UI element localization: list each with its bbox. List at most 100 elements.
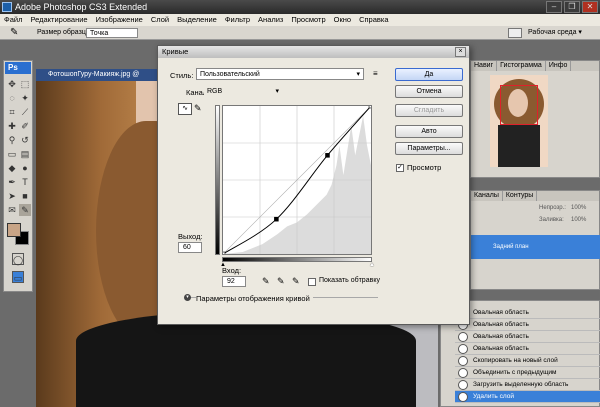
brush-tool-icon[interactable]: ✐ xyxy=(19,120,31,132)
gradient-tool-icon[interactable]: ▤ xyxy=(19,148,31,160)
app-title: Adobe Photoshop CS3 Extended xyxy=(15,2,148,12)
type-tool-icon[interactable]: T xyxy=(19,176,31,188)
dialog-close-button[interactable]: × xyxy=(455,47,466,57)
title-bar: Adobe Photoshop CS3 Extended – ❐ ✕ xyxy=(0,0,600,14)
menu-help[interactable]: Справка xyxy=(355,14,392,26)
curve-control-point[interactable] xyxy=(222,251,226,255)
close-window-button[interactable]: ✕ xyxy=(582,1,598,13)
history-item-label: Удалить слой xyxy=(473,393,514,400)
navigator-thumbnail[interactable] xyxy=(490,75,548,167)
tab-navigator[interactable]: Навиг xyxy=(471,61,498,71)
gray-eyedropper-icon[interactable]: ✎ xyxy=(277,276,285,287)
white-eyedropper-icon[interactable]: ✎ xyxy=(292,276,300,287)
ellipse-icon xyxy=(458,332,468,342)
history-item[interactable]: Скопировать на новый слой xyxy=(455,355,600,367)
pen-tool-icon[interactable]: ✒ xyxy=(6,176,18,188)
preset-menu-icon[interactable]: ≡ xyxy=(373,69,378,78)
black-eyedropper-icon[interactable]: ✎ xyxy=(262,276,270,287)
blur-tool-icon[interactable]: ◆ xyxy=(6,162,18,174)
curve-edit-icon[interactable]: ∿ xyxy=(178,103,192,115)
menu-filter[interactable]: Фильтр xyxy=(221,14,254,26)
document-tab[interactable]: ФотошопГуру-Макияж.jpg @ 27,3... xyxy=(36,69,160,90)
channel-select[interactable]: RGB ▾ xyxy=(204,86,282,97)
path-select-tool-icon[interactable]: ➤ xyxy=(6,190,18,202)
tab-histogram[interactable]: Гистограмма xyxy=(497,61,546,71)
slice-tool-icon[interactable]: ⟋ xyxy=(19,106,31,118)
opacity-value[interactable]: 100% xyxy=(571,205,586,211)
shape-tool-icon[interactable]: ■ xyxy=(19,190,31,202)
quick-mask-icon[interactable]: ◯ xyxy=(12,253,24,265)
cancel-button[interactable]: Отмена xyxy=(395,85,463,98)
eyedropper-tool-icon[interactable]: ✎ xyxy=(19,204,31,216)
magic-wand-tool-icon[interactable]: ✦ xyxy=(19,92,31,104)
input-label: Вход: xyxy=(222,266,242,275)
history-item[interactable]: Овальная область xyxy=(455,319,600,331)
layer-row-background[interactable]: Задний план xyxy=(471,235,600,259)
history-brush-tool-icon[interactable]: ↺ xyxy=(19,134,31,146)
history-item[interactable]: Овальная область xyxy=(455,343,600,355)
history-item-active[interactable]: Удалить слой xyxy=(455,391,600,403)
history-item[interactable]: Объединить с предыдущим xyxy=(455,367,600,379)
white-point-slider[interactable]: ▲ xyxy=(369,262,375,268)
stamp-tool-icon[interactable]: ⚲ xyxy=(6,134,18,146)
workspace-menu[interactable]: Рабочая среда ▾ xyxy=(528,28,582,36)
preview-checkbox[interactable]: ✓ xyxy=(396,164,404,172)
pencil-icon[interactable]: ✎ xyxy=(194,103,202,114)
options-button[interactable]: Параметры... xyxy=(395,142,463,155)
notes-tool-icon[interactable]: ✉ xyxy=(6,204,18,216)
tab-paths[interactable]: Контуры xyxy=(503,191,538,201)
screen-mode-icon[interactable]: ▭ xyxy=(12,271,24,283)
layers-panel: Каналы Контуры Непрозр.: 100% Заливка: 1… xyxy=(470,190,600,290)
ok-button[interactable]: Да xyxy=(395,68,463,81)
marquee-tool-icon[interactable]: ⬚ xyxy=(19,78,31,90)
restore-button[interactable]: ❐ xyxy=(564,1,580,13)
curves-graph[interactable] xyxy=(222,105,372,255)
foreground-color-swatch[interactable] xyxy=(7,223,21,237)
history-item[interactable]: Овальная область xyxy=(455,307,600,319)
menu-select[interactable]: Выделение xyxy=(173,14,221,26)
eraser-tool-icon[interactable]: ▭ xyxy=(6,148,18,160)
show-clipping-checkbox[interactable] xyxy=(308,278,316,286)
curve-control-point[interactable] xyxy=(274,216,279,222)
history-item[interactable]: Загрузить выделенную область xyxy=(455,379,600,391)
workspace-icon[interactable] xyxy=(508,28,522,38)
sample-size-select[interactable]: Точка xyxy=(86,28,138,38)
menu-file[interactable]: Файл xyxy=(0,14,26,26)
dodge-tool-icon[interactable]: ● xyxy=(19,162,31,174)
display-options-label[interactable]: Параметры отображения кривой xyxy=(196,294,313,303)
eyedropper-icon[interactable]: ✎ xyxy=(10,27,18,38)
document-icon xyxy=(458,356,468,366)
crop-tool-icon[interactable]: ⌗ xyxy=(6,106,18,118)
history-item-label: Овальная область xyxy=(473,345,529,352)
navigator-panel: Навиг Гистограмма Инфо xyxy=(470,60,600,178)
menu-edit[interactable]: Редактирование xyxy=(26,14,91,26)
expand-toggle-icon[interactable]: ▾ xyxy=(184,294,191,301)
auto-button[interactable]: Авто xyxy=(395,125,463,138)
curve-control-point[interactable] xyxy=(368,105,372,109)
tab-channels[interactable]: Каналы xyxy=(471,191,503,201)
menu-analysis[interactable]: Анализ xyxy=(254,14,287,26)
document-icon xyxy=(458,392,468,402)
smooth-button[interactable]: Сгладить xyxy=(395,104,463,117)
thumb-body xyxy=(498,125,540,167)
curve-control-point[interactable] xyxy=(325,153,330,158)
history-item[interactable]: Овальная область xyxy=(455,331,600,343)
menu-window[interactable]: Окно xyxy=(330,14,355,26)
tab-info[interactable]: Инфо xyxy=(546,61,572,71)
fill-value[interactable]: 100% xyxy=(571,217,586,223)
menu-view[interactable]: Просмотр xyxy=(287,14,329,26)
move-tool-icon[interactable]: ✥ xyxy=(6,78,18,90)
curves-dialog: Кривые × Стиль: Пользовательский ▾ ≡ Кан… xyxy=(157,45,470,325)
view-box[interactable] xyxy=(500,85,538,125)
healing-tool-icon[interactable]: ✚ xyxy=(6,120,18,132)
input-field[interactable]: 92 xyxy=(222,276,246,287)
lasso-tool-icon[interactable]: ◌ xyxy=(6,92,18,104)
photoshop-app-icon xyxy=(2,2,12,12)
tools-panel: Ps ✥ ⬚ ◌ ✦ ⌗ ⟋ ✚ ✐ ⚲ ↺ ▭ ▤ ◆ ● ✒ T ➤ ■ ✉… xyxy=(3,60,33,292)
menu-layer[interactable]: Слой xyxy=(147,14,173,26)
input-gradient xyxy=(222,257,372,262)
style-select[interactable]: Пользовательский ▾ xyxy=(196,68,364,80)
menu-image[interactable]: Изображение xyxy=(92,14,147,26)
output-field[interactable]: 60 xyxy=(178,242,202,253)
minimize-button[interactable]: – xyxy=(546,1,562,13)
